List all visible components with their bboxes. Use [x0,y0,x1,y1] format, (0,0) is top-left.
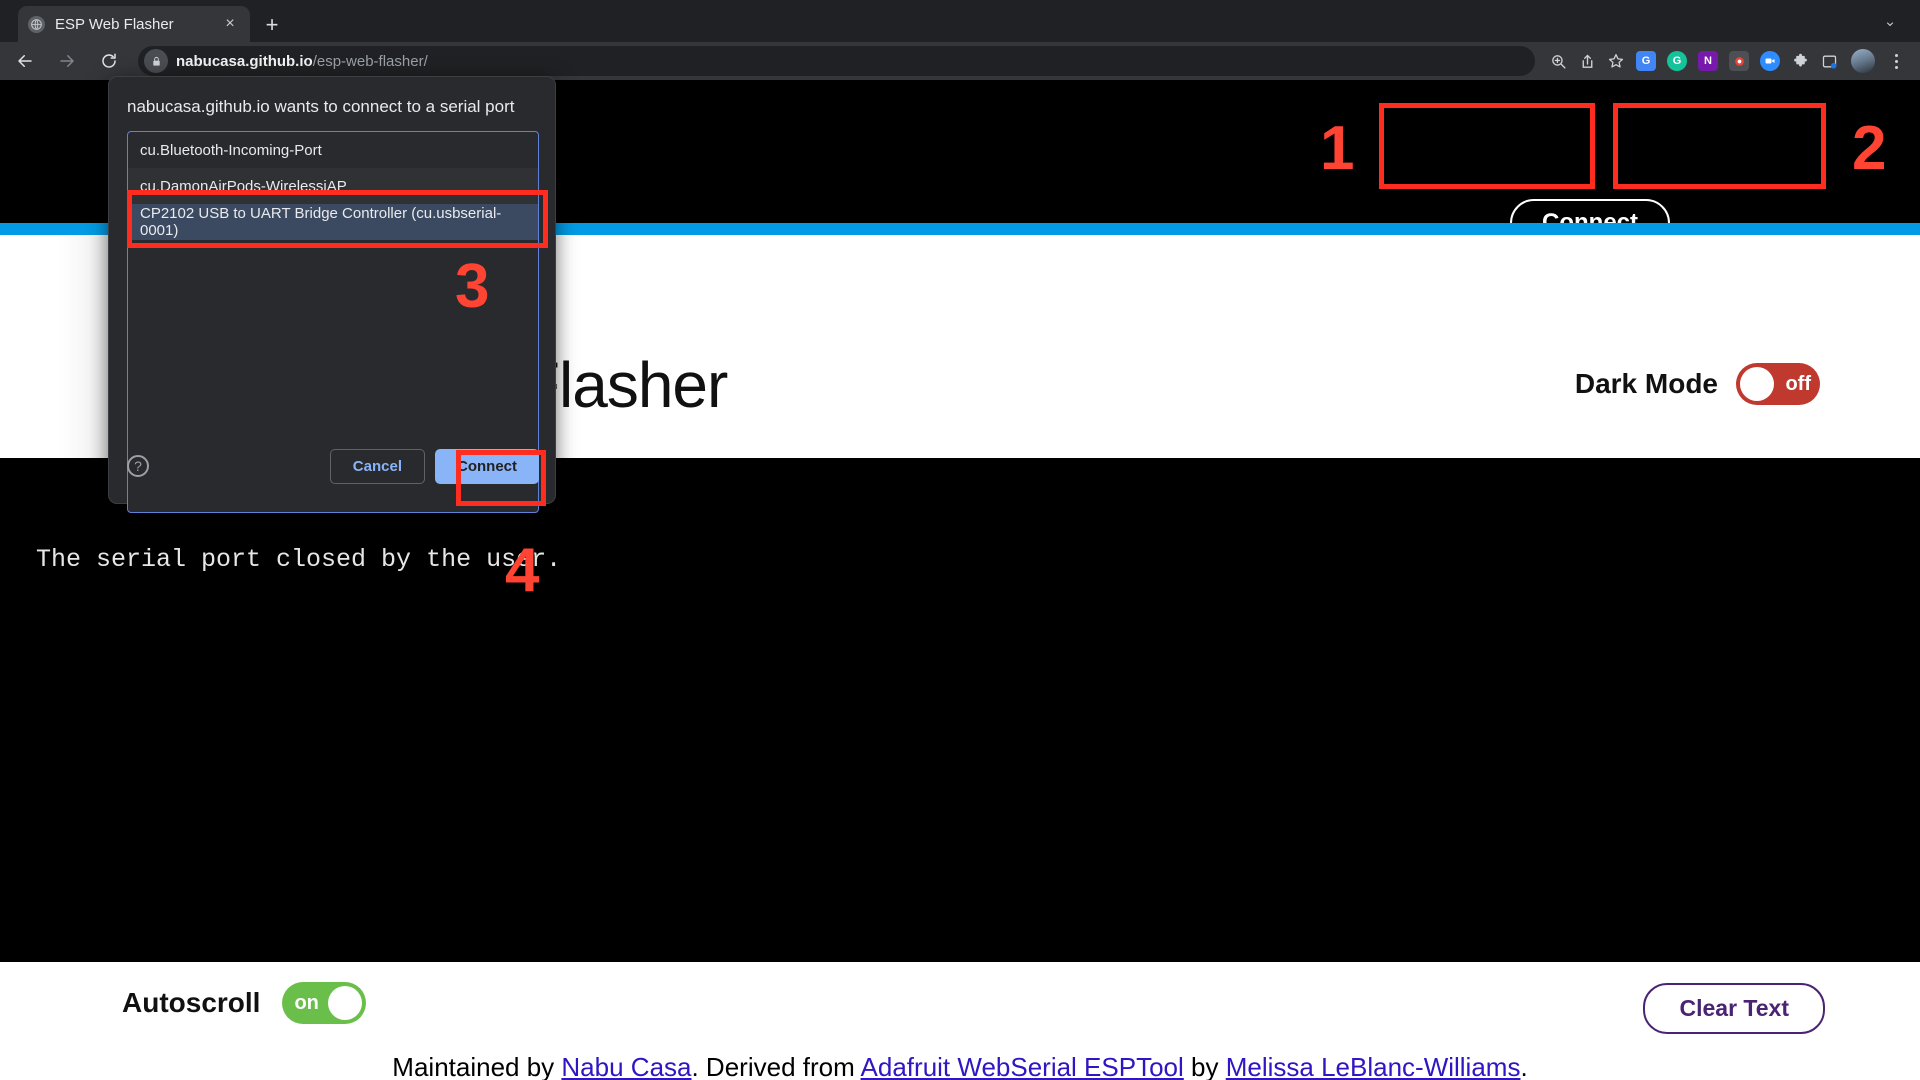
dark-mode-toggle-state: off [1785,372,1811,395]
dialog-cancel-button[interactable]: Cancel [329,448,425,484]
url-text: nabucasa.github.io/esp-web-flasher/ [176,53,428,70]
autoscroll-label: Autoscroll [122,987,261,1018]
address-bar[interactable]: nabucasa.github.io/esp-web-flasher/ [138,46,1535,76]
dark-mode-toggle[interactable]: off [1736,363,1820,405]
share-icon[interactable] [1574,48,1600,74]
dark-mode-label: Dark Mode [1574,368,1718,399]
globe-icon [28,15,45,33]
list-item[interactable]: cu.Bluetooth-Incoming-Port [128,132,538,168]
onenote-extension-icon[interactable]: N [1698,51,1718,71]
tab-title: ESP Web Flasher [55,15,174,33]
link-adafruit-webserial-esptool[interactable]: Adafruit WebSerial ESPTool [861,1052,1184,1080]
help-icon[interactable]: ? [127,455,149,477]
serial-console[interactable]: The serial port closed by the user. [0,458,1920,962]
google-docs-extension-icon[interactable]: G [1636,51,1656,71]
clear-text-button[interactable]: Clear Text [1643,983,1825,1034]
dark-mode-row: Dark Mode off [1575,363,1820,405]
forward-icon[interactable] [50,44,84,78]
credits-prefix: Maintained by [392,1052,562,1080]
credits-mid-1: . Derived from [691,1052,861,1080]
profile-avatar[interactable] [1851,49,1875,73]
autoscroll-toggle[interactable]: on [282,982,367,1024]
credits-suffix: . [1520,1052,1528,1080]
close-icon[interactable]: × [220,14,240,34]
credits-line: Maintained by Nabu Casa. Derived from Ad… [0,1052,1920,1080]
screenshot-root: 460800 Baud ⌄ Connect ESP Web Flasher Da… [0,0,1920,1080]
link-melissa-leblanc-williams[interactable]: Melissa LeBlanc-Williams [1226,1052,1521,1080]
reload-icon[interactable] [92,44,126,78]
serial-port-dialog: nabucasa.github.io wants to connect to a… [108,76,557,513]
zoom-icon[interactable] [1545,48,1571,74]
list-item[interactable]: CP2102 USB to UART Bridge Controller (cu… [128,204,538,240]
title-band-left-edge [0,235,108,458]
dark-mode-toggle-knob [1740,367,1774,401]
dialog-actions: ? Cancel Connect [109,443,557,489]
zoom-meeting-extension-icon[interactable] [1760,51,1780,71]
grammarly-extension-icon[interactable]: G [1667,51,1687,71]
credits-mid-2: by [1183,1052,1226,1080]
console-line: The serial port closed by the user. [36,545,562,574]
url-path: /esp-web-flasher/ [312,52,428,70]
dialog-connect-button[interactable]: Connect [435,448,539,484]
bookmark-star-icon[interactable] [1603,48,1629,74]
chrome-cast-extension-icon[interactable] [1729,51,1749,71]
chrome-menu-icon[interactable] [1884,48,1908,74]
autoscroll-toggle-knob [328,986,363,1020]
toolbar-icons: G G N [1545,48,1920,74]
lock-icon [144,49,168,73]
tab-strip: ESP Web Flasher × + ⌄ [0,0,1920,42]
browser-chrome: ESP Web Flasher × + ⌄ nabucasa.github.io… [0,0,1920,80]
footer-bar: Autoscroll on Clear Text Maintained by N… [0,962,1920,1080]
back-icon[interactable] [8,44,42,78]
autoscroll-row: Autoscroll on [122,982,367,1024]
tab-esp-web-flasher[interactable]: ESP Web Flasher × [18,6,250,42]
list-item[interactable]: cu.DamonAirPods-WirelessiAP [128,168,538,204]
puzzle-extensions-icon[interactable] [1787,48,1813,74]
link-nabu-casa[interactable]: Nabu Casa [561,1052,691,1080]
new-tab-button[interactable]: + [258,11,286,39]
browser-toolbar: nabucasa.github.io/esp-web-flasher/ G G … [0,42,1920,80]
url-host: nabucasa.github.io [176,52,313,70]
autoscroll-toggle-state: on [294,991,319,1014]
dialog-title: nabucasa.github.io wants to connect to a… [127,97,515,116]
sidepanel-icon[interactable] [1816,48,1842,74]
chevron-down-icon[interactable]: ⌄ [1876,10,1904,34]
